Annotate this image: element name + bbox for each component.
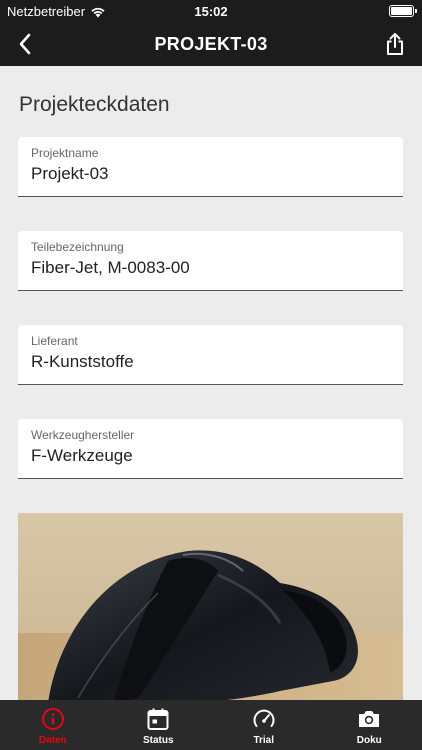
- gauge-icon: [253, 709, 275, 727]
- field-value: F-Werkzeuge: [31, 446, 133, 465]
- part-name-field[interactable]: Teilebezeichnung Fiber-Jet, M-0083-00: [18, 231, 403, 291]
- clock: 15:02: [194, 4, 228, 19]
- info-icon: [41, 708, 64, 730]
- field-label: Lieferant: [31, 334, 78, 348]
- field-label: Projektname: [31, 146, 99, 160]
- camera-icon: [359, 711, 380, 727]
- field-value: Fiber-Jet, M-0083-00: [31, 258, 190, 277]
- tab-daten[interactable]: Daten: [0, 700, 106, 750]
- share-button[interactable]: [380, 30, 410, 58]
- tab-doku[interactable]: Doku: [317, 700, 422, 750]
- tab-trial[interactable]: Trial: [211, 700, 317, 750]
- tab-label: Doku: [356, 735, 382, 746]
- share-icon: [387, 33, 403, 55]
- tab-bar: Daten Status Trial Doku: [0, 700, 422, 750]
- project-name-field[interactable]: Projektname Projekt-03: [18, 137, 403, 197]
- page-title: PROJEKT-03: [154, 34, 268, 54]
- field-label: Werkzeughersteller: [31, 428, 135, 442]
- tab-label: Trial: [253, 735, 275, 746]
- status-bar: Netzbetreiber 15:02: [0, 0, 422, 22]
- battery-icon: [389, 5, 417, 17]
- navigation-bar: PROJEKT-03: [0, 22, 422, 66]
- field-label: Teilebezeichnung: [31, 240, 124, 254]
- field-value: Projekt-03: [31, 164, 109, 183]
- section-title: Projekteckdaten: [19, 93, 170, 116]
- content-area[interactable]: Projekteckdaten Projektname Projekt-03 T…: [0, 66, 422, 700]
- part-photo[interactable]: [18, 513, 403, 700]
- tab-status[interactable]: Status: [106, 700, 212, 750]
- tab-label: Daten: [38, 735, 67, 746]
- supplier-field[interactable]: Lieferant R-Kunststoffe: [18, 325, 403, 385]
- calendar-icon: [147, 708, 169, 730]
- field-value: R-Kunststoffe: [31, 352, 134, 371]
- tab-label: Status: [142, 735, 174, 746]
- toolmaker-field[interactable]: Werkzeughersteller F-Werkzeuge: [18, 419, 403, 479]
